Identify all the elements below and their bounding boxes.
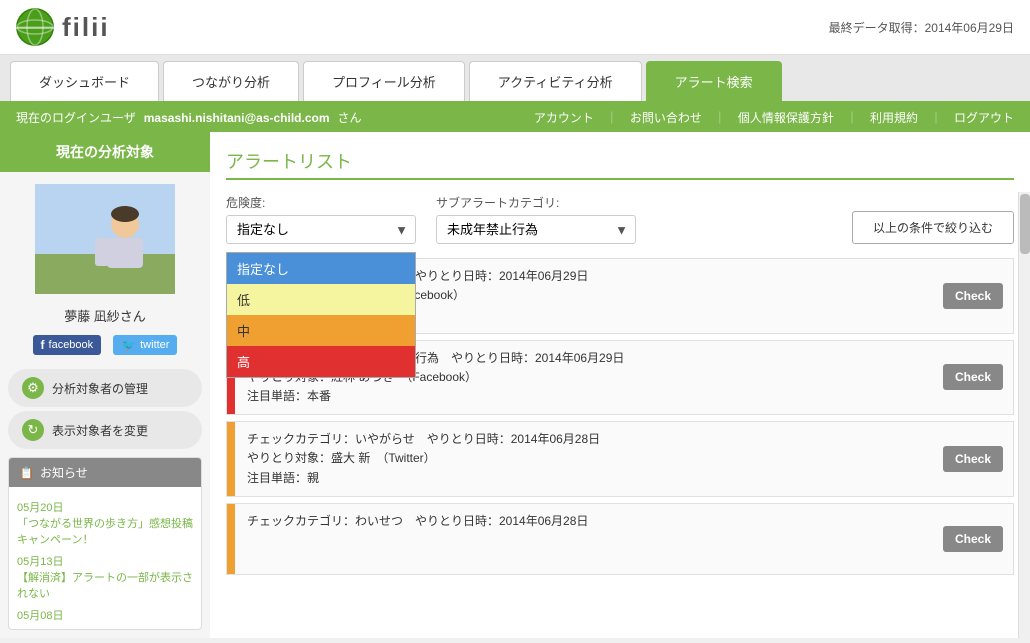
- risk-filter-group: 危険度: 指定なし 低 中 高 ▼ 指定なし 低 中 高: [226, 194, 416, 244]
- facebook-icon: f: [41, 338, 45, 352]
- manage-targets-label: 分析対象者の管理: [52, 380, 148, 397]
- risk-dropdown: 指定なし 低 中 高: [226, 252, 416, 378]
- alert-content: チェックカテゴリ：わいせつ やりとり日時：2014年06月28日: [235, 504, 933, 574]
- user-bar: 現在のログインユーザ masashi.nishitani@as-child.co…: [0, 103, 1030, 132]
- link-contact[interactable]: お問い合わせ: [630, 109, 702, 126]
- notice-link-2[interactable]: 【解消済】アラートの一部が表示されない: [17, 572, 193, 600]
- header: filii 最終データ取得：2014年06月29日: [0, 0, 1030, 55]
- scrollbar-thumb[interactable]: [1020, 194, 1030, 254]
- user-bar-prefix: 現在のログインユーザ: [16, 109, 136, 126]
- alert-line3: 注目単語：親: [247, 469, 921, 488]
- alert-line3: 注目単語：本番: [247, 387, 921, 406]
- dropdown-item-none[interactable]: 指定なし: [227, 253, 415, 284]
- alert-item: チェックカテゴリ：いやがらせ やりとり日時：2014年06月28日 やりとり対象…: [226, 421, 1014, 497]
- check-button[interactable]: Check: [943, 283, 1003, 309]
- sidebar-social: f facebook 🐦 twitter: [0, 335, 210, 355]
- manage-targets-button[interactable]: ⚙ 分析対象者の管理: [8, 369, 202, 407]
- dropdown-item-high[interactable]: 高: [227, 346, 415, 377]
- tab-profile[interactable]: プロフィール分析: [303, 61, 465, 101]
- link-account[interactable]: アカウント: [534, 109, 594, 126]
- link-terms[interactable]: 利用規約: [870, 109, 918, 126]
- alert-line1: チェックカテゴリ：いやがらせ やりとり日時：2014年06月28日: [247, 430, 921, 449]
- notice-body: 05月20日 「つながる世界の歩き方」感想投稿キャンペーン！ 05月13日 【解…: [9, 487, 201, 629]
- change-target-button[interactable]: ↻ 表示対象者を変更: [8, 411, 202, 449]
- facebook-label: facebook: [49, 339, 94, 351]
- check-button[interactable]: Check: [943, 526, 1003, 552]
- risk-select-wrap: 指定なし 低 中 高 ▼: [226, 215, 416, 244]
- sidebar-user-name: 夢藤 凪紗さん: [0, 306, 210, 325]
- alert-line1: チェックカテゴリ：わいせつ やりとり日時：2014年06月28日: [247, 512, 921, 531]
- filter-button[interactable]: 以上の条件で絞り込む: [852, 211, 1014, 244]
- user-bar-suffix: さん: [338, 109, 362, 126]
- alert-check-wrap: Check: [933, 504, 1013, 574]
- check-button[interactable]: Check: [943, 364, 1003, 390]
- alert-check-wrap: Check: [933, 341, 1013, 415]
- avatar: [35, 184, 175, 294]
- gear-icon: ⚙: [22, 377, 44, 399]
- logo-text: filii: [62, 12, 110, 43]
- notice-date-2: 05月13日: [17, 553, 193, 569]
- logo-globe-icon: [16, 8, 54, 46]
- alert-check-wrap: Check: [933, 422, 1013, 496]
- risk-select[interactable]: 指定なし 低 中 高: [226, 215, 416, 244]
- logo: filii: [16, 8, 110, 46]
- facebook-button[interactable]: f facebook: [33, 335, 102, 355]
- user-email: masashi.nishitani@as-child.com: [144, 111, 330, 125]
- tab-dashboard[interactable]: ダッシュボード: [10, 61, 159, 101]
- notice-date-3: 05月08日: [17, 607, 193, 623]
- notice-header-label: お知らせ: [40, 464, 88, 481]
- main-layout: 現在の分析対象 夢藤 凪紗さん f facebook 🐦: [0, 132, 1030, 638]
- sub-select-wrap: 未成年禁止行為 ▼: [436, 215, 636, 244]
- notice-box: 📋 お知らせ 05月20日 「つながる世界の歩き方」感想投稿キャンペーン！ 05…: [8, 457, 202, 630]
- tab-alert[interactable]: アラート検索: [646, 61, 782, 101]
- twitter-icon: 🐦: [121, 338, 136, 352]
- alert-line2: やりとり対象：盛大 新 （Twitter）: [247, 449, 921, 468]
- sidebar-header: 現在の分析対象: [0, 132, 210, 172]
- notice-date-1: 05月20日: [17, 499, 193, 515]
- nav-tabs: ダッシュボード つながり分析 プロフィール分析 アクティビティ分析 アラート検索: [0, 55, 1030, 103]
- content-area: アラートリスト 危険度: 指定なし 低 中 高 ▼ 指定なし 低: [210, 132, 1030, 638]
- sub-select[interactable]: 未成年禁止行為: [436, 215, 636, 244]
- notice-header: 📋 お知らせ: [9, 458, 201, 487]
- dropdown-item-mid[interactable]: 中: [227, 315, 415, 346]
- check-button[interactable]: Check: [943, 446, 1003, 472]
- filter-row: 危険度: 指定なし 低 中 高 ▼ 指定なし 低 中 高: [226, 194, 1014, 244]
- notice-icon: 📋: [19, 466, 34, 480]
- link-logout[interactable]: ログアウト: [954, 109, 1014, 126]
- tab-connections[interactable]: つながり分析: [163, 61, 299, 101]
- page-title: アラートリスト: [226, 148, 1014, 180]
- notice-link-1[interactable]: 「つながる世界の歩き方」感想投稿キャンペーン！: [17, 518, 193, 546]
- refresh-icon: ↻: [22, 419, 44, 441]
- sidebar: 現在の分析対象 夢藤 凪紗さん f facebook 🐦: [0, 132, 210, 638]
- alert-content: チェックカテゴリ：いやがらせ やりとり日時：2014年06月28日 やりとり対象…: [235, 422, 933, 496]
- alert-item: チェックカテゴリ：わいせつ やりとり日時：2014年06月28日 Check: [226, 503, 1014, 575]
- link-privacy[interactable]: 個人情報保護方針: [738, 109, 834, 126]
- sub-filter-group: サブアラートカテゴリ: 未成年禁止行為 ▼: [436, 194, 636, 244]
- dropdown-item-low[interactable]: 低: [227, 284, 415, 315]
- change-target-label: 表示対象者を変更: [52, 422, 148, 439]
- twitter-button[interactable]: 🐦 twitter: [113, 335, 177, 355]
- twitter-label: twitter: [140, 339, 169, 351]
- alert-check-wrap: Check: [933, 259, 1013, 333]
- alert-bar-orange: [227, 422, 235, 496]
- tab-activity[interactable]: アクティビティ分析: [469, 61, 642, 101]
- last-data-label: 最終データ取得：2014年06月29日: [829, 19, 1014, 36]
- alert-bar-orange: [227, 504, 235, 574]
- scrollbar[interactable]: [1018, 192, 1030, 638]
- risk-label: 危険度:: [226, 194, 416, 211]
- sub-label: サブアラートカテゴリ:: [436, 194, 636, 211]
